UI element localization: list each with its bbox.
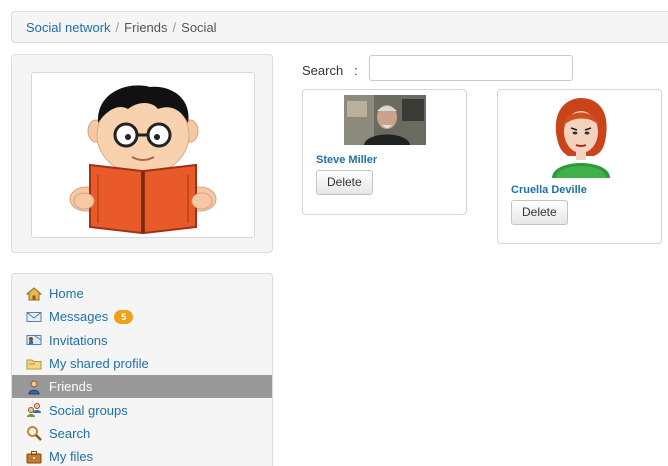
friend-card-cruella-deville: Cruella Deville Delete — [497, 89, 662, 244]
user-icon — [26, 379, 42, 395]
friend-card-steve-miller: Steve Miller Delete — [302, 89, 467, 215]
menu-item-messages[interactable]: Messages 5 — [12, 305, 272, 328]
menu-item-label: My shared profile — [49, 356, 149, 372]
breadcrumb-social-network[interactable]: Social network — [26, 20, 111, 35]
breadcrumb: Social network / Friends / Social — [11, 11, 668, 43]
search-label: Search : — [302, 63, 358, 78]
menu-item-friends[interactable]: Friends — [12, 375, 272, 399]
friend-name[interactable]: Cruella Deville — [511, 184, 587, 196]
delete-friend-button[interactable]: Delete — [316, 170, 373, 195]
menu-item-label: Home — [49, 286, 84, 302]
delete-friend-button[interactable]: Delete — [511, 200, 568, 225]
menu-item-search[interactable]: Search — [12, 422, 272, 445]
invitation-icon — [26, 332, 42, 348]
menu-item-label: My files — [49, 449, 94, 465]
menu-item-social-groups[interactable]: Social groups — [12, 398, 272, 421]
breadcrumb-separator: / — [115, 20, 120, 35]
menu-item-label: Messages — [49, 309, 109, 325]
home-icon — [26, 286, 42, 302]
messages-count-badge: 5 — [114, 309, 134, 324]
profile-avatar-frame — [31, 72, 255, 238]
breadcrumb-separator: / — [172, 20, 177, 35]
breadcrumb-social: Social — [181, 20, 217, 35]
cruella-deville-avatar[interactable] — [546, 96, 616, 178]
reader-avatar-image — [69, 85, 217, 235]
profile-avatar-panel — [11, 54, 273, 253]
menu-item-shared-profile[interactable]: My shared profile — [12, 352, 272, 375]
folder-icon — [26, 356, 42, 372]
menu-item-label: Social groups — [49, 402, 128, 418]
menu-item-invitations[interactable]: Invitations — [12, 329, 272, 352]
envelope-icon — [26, 309, 42, 325]
briefcase-icon — [26, 449, 42, 465]
menu-item-label: Search — [49, 425, 91, 441]
breadcrumb-friends[interactable]: Friends — [124, 20, 167, 35]
friend-name[interactable]: Steve Miller — [316, 154, 377, 166]
group-icon — [26, 402, 42, 418]
steve-miller-photo[interactable] — [344, 95, 426, 145]
menu-item-my-files[interactable]: My files — [12, 445, 272, 466]
menu-item-home[interactable]: Home — [12, 282, 272, 305]
social-menu: Home Messages 5 Invitations My shared pr… — [11, 273, 273, 466]
friend-search-input[interactable] — [369, 55, 573, 81]
magnifier-icon — [26, 425, 42, 442]
menu-item-label: Invitations — [49, 332, 108, 348]
menu-item-label: Friends — [49, 379, 93, 395]
